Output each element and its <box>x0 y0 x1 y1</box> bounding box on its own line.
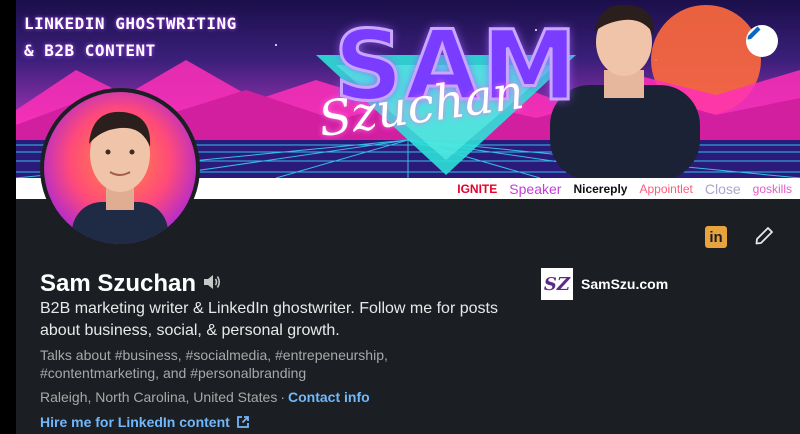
website-logo: SZ <box>541 268 573 300</box>
profile-name: Sam Szuchan <box>40 270 197 297</box>
hire-me-label: Hire me for LinkedIn content <box>40 414 230 430</box>
talks-about: Talks about #business, #socialmedia, #en… <box>40 347 388 381</box>
name-row: Sam Szuchan <box>40 270 222 298</box>
separator-dot: · <box>280 389 286 405</box>
linkedin-badge-button[interactable]: in <box>702 223 730 251</box>
linkedin-icon: in <box>705 226 727 248</box>
profile-location: Raleigh, North Carolina, United States <box>40 389 278 405</box>
profile-avatar[interactable] <box>40 88 200 248</box>
sponsor-logo: Nicereply <box>573 181 628 196</box>
sponsor-logo: Speaker <box>509 180 562 197</box>
pencil-icon <box>747 26 761 40</box>
avatar-photo <box>72 111 168 244</box>
website-link[interactable]: SZ SamSzu.com <box>541 268 668 300</box>
banner-tagline-line2: & B2B CONTENT <box>24 41 156 60</box>
external-link-icon <box>236 416 249 428</box>
banner-tagline-line1: LINKEDIN GHOSTWRITING <box>24 14 237 33</box>
sponsor-logo: goskills <box>752 181 792 196</box>
pencil-icon <box>755 227 773 245</box>
sponsor-logo: Appointlet <box>639 181 693 196</box>
contact-info-link[interactable]: Contact info <box>288 389 370 405</box>
edit-intro-button[interactable] <box>750 222 778 250</box>
sponsor-logo: Close <box>704 180 741 197</box>
name-pronunciation-button[interactable] <box>202 273 222 296</box>
hire-me-link[interactable]: Hire me for LinkedIn content <box>40 414 250 430</box>
edit-banner-button[interactable] <box>746 25 778 57</box>
website-name: SamSzu.com <box>581 276 669 292</box>
profile-headline: B2B marketing writer & LinkedIn ghostwri… <box>40 300 498 339</box>
banner-tagline: LINKEDIN GHOSTWRITING & B2B CONTENT <box>24 10 237 64</box>
profile-card: LINKEDIN GHOSTWRITING & B2B CONTENT SAM … <box>16 0 800 434</box>
sponsor-logo: IGNITE <box>457 181 498 196</box>
speaker-icon <box>204 274 221 289</box>
location-row: Raleigh, North Carolina, United States · C… <box>40 389 370 405</box>
